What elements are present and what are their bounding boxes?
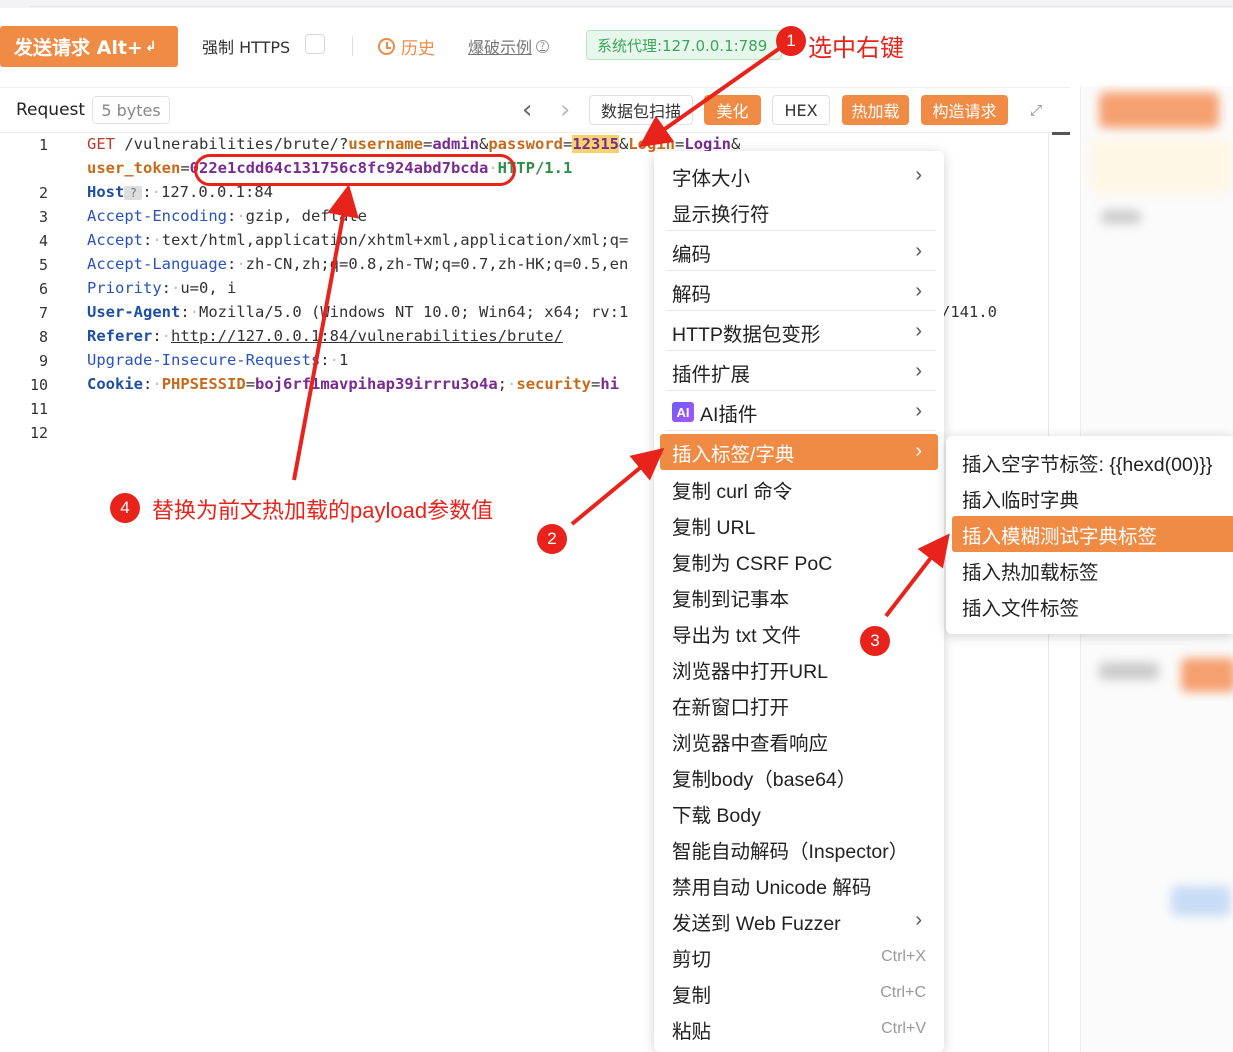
step-1-note: 选中右键 (808, 35, 904, 62)
step-4-note: 替换为前文热加载的payload参数值 (152, 498, 494, 523)
annotation-arrows (292, 46, 950, 618)
step-1-badge: 1 (776, 26, 806, 56)
step-4-badge: 4 (110, 493, 140, 523)
arrow-1 (638, 46, 782, 148)
arrow-2 (570, 447, 665, 526)
step-3-badge: 3 (860, 626, 890, 656)
arrow-4 (292, 184, 359, 481)
step-2-badge: 2 (537, 524, 567, 554)
arrow-3 (884, 533, 950, 618)
